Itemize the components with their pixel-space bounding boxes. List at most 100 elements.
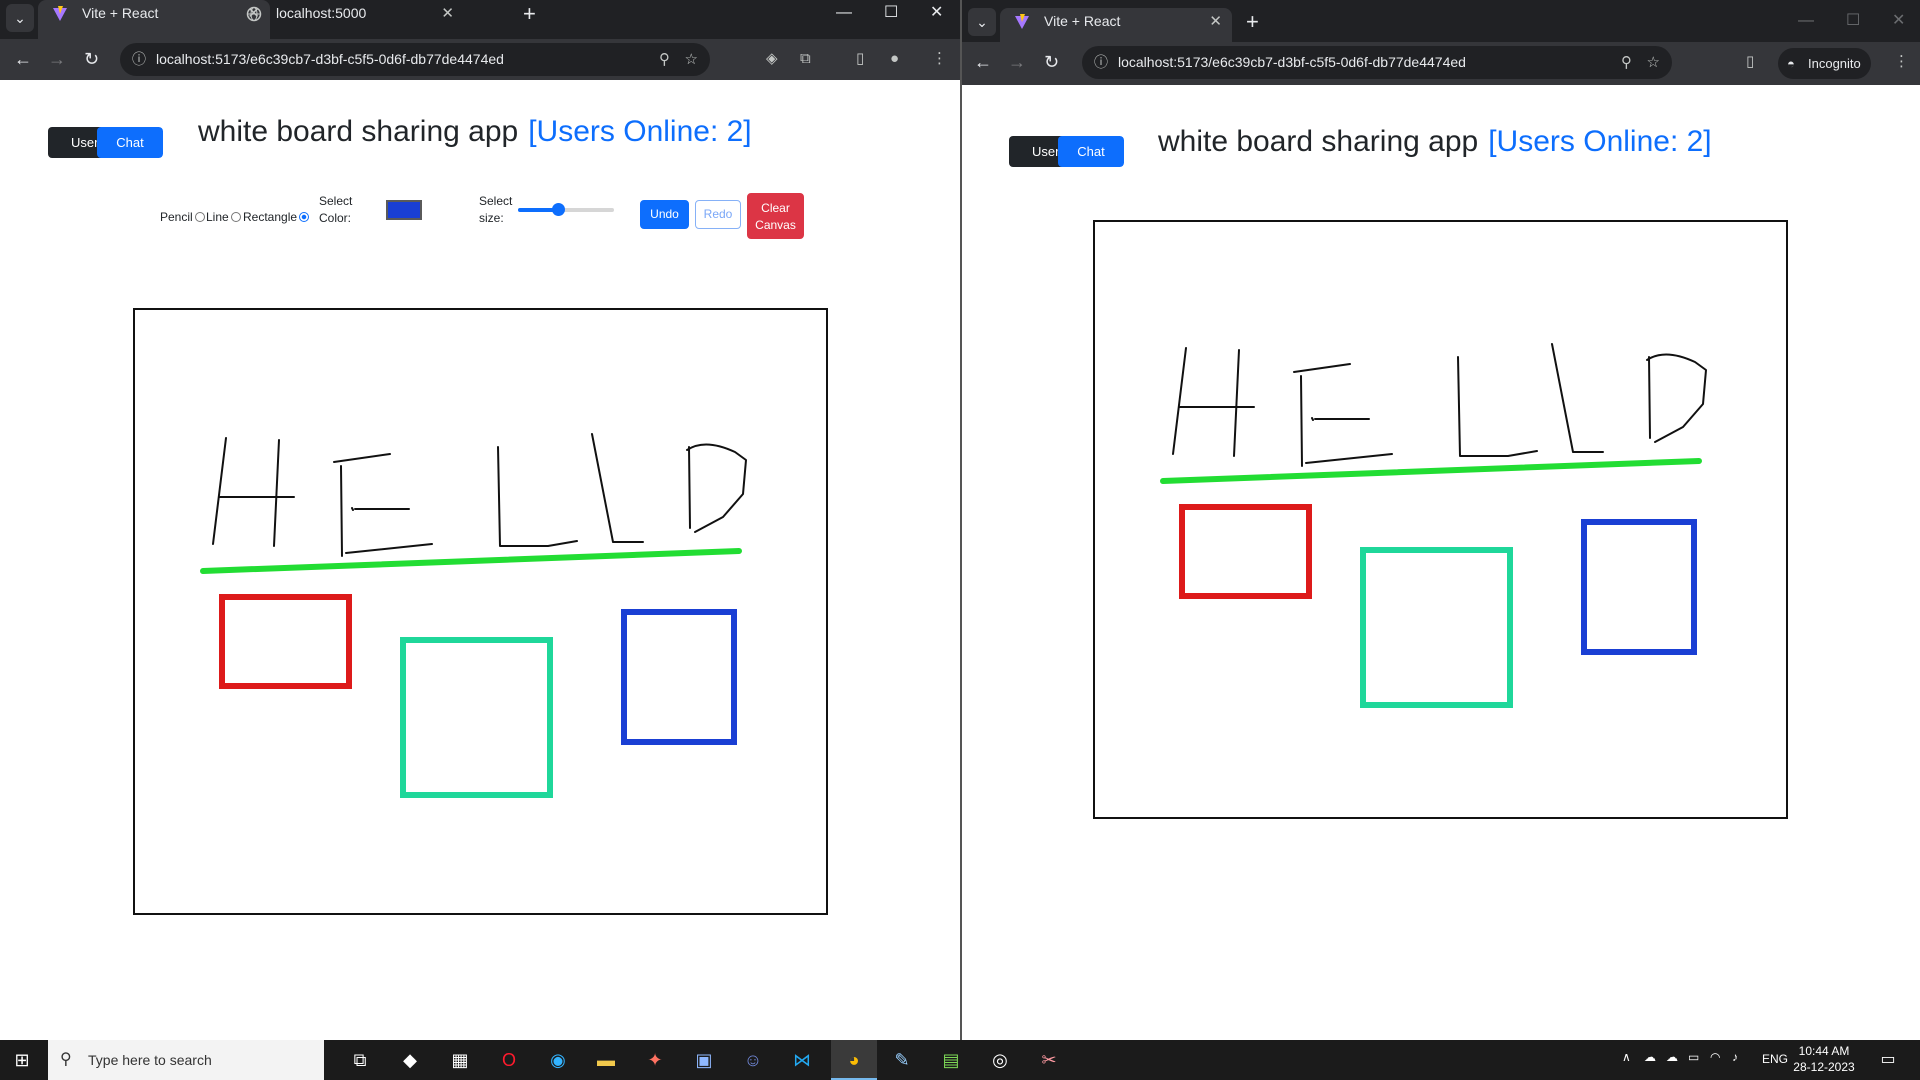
zoom-icon[interactable]: ⚲ (659, 43, 670, 76)
profile-avatar-icon[interactable]: ● (890, 49, 899, 69)
bookmark-star-icon[interactable]: ☆ (685, 43, 698, 76)
close-window-icon[interactable]: ✕ (930, 0, 943, 28)
green-rectangle (400, 637, 553, 798)
menu-icon[interactable]: ⋮ (932, 49, 947, 69)
minimize-icon[interactable]: — (836, 0, 852, 28)
maximize-icon[interactable]: ☐ (884, 0, 898, 28)
notepad-icon[interactable]: ✎ (882, 1040, 922, 1080)
edge-icon[interactable]: ◉ (538, 1040, 578, 1080)
app-title: white board sharing app (198, 115, 519, 148)
extensions-puzzle-icon[interactable]: ⧉ (800, 49, 811, 69)
copilot-icon[interactable]: ◆ (390, 1040, 430, 1080)
rectangle-option[interactable]: Rectangle (243, 210, 310, 224)
notifications-icon[interactable]: ▭ (1868, 1040, 1908, 1080)
spreadsheet-icon[interactable]: ▤ (931, 1040, 971, 1080)
tab-search-icon[interactable]: ⌄ (968, 8, 996, 36)
user-button[interactable]: User (1009, 136, 1065, 167)
task-view-icon[interactable]: ⧉ (340, 1040, 380, 1080)
page-title: white board sharing app [Users Online: 2] (198, 115, 752, 149)
undo-button[interactable]: Undo (640, 200, 689, 229)
drawing-layer (200, 433, 747, 798)
letter-h-right-stroke (273, 439, 280, 547)
clear-canvas-button[interactable]: Clear Canvas (747, 193, 804, 239)
forward-icon[interactable]: → (48, 47, 66, 71)
close-window-icon[interactable]: ✕ (1892, 8, 1905, 36)
line-option[interactable]: Line (206, 210, 241, 224)
incognito-indicator[interactable]: ◓ Incognito (1778, 48, 1871, 79)
discord-icon[interactable]: ☺ (733, 1040, 773, 1080)
chrome-icon[interactable]: ◕ (831, 1040, 877, 1080)
menu-icon[interactable]: ⋮ (1894, 52, 1909, 72)
whiteboard-canvas[interactable] (133, 308, 828, 915)
user-button[interactable]: User (48, 127, 104, 158)
address-bar[interactable]: ⓘ localhost:5173/e6c39cb7-d3bf-c5f5-0d6f… (120, 43, 710, 76)
chat-button[interactable]: Chat (1058, 136, 1124, 167)
onedrive-icon[interactable]: ☁ (1644, 1050, 1656, 1064)
tab-search-icon[interactable]: ⌄ (6, 4, 34, 32)
forward-icon[interactable]: → (1008, 50, 1026, 74)
clock[interactable]: 10:44 AM 28-12-2023 (1784, 1043, 1864, 1075)
hello-strokes (212, 433, 747, 557)
hello-strokes (1172, 343, 1707, 467)
chat-button[interactable]: Chat (97, 127, 163, 158)
side-panel-icon[interactable]: ▯ (856, 49, 864, 69)
url-text: localhost:5173/e6c39cb7-d3bf-c5f5-0d6f-d… (156, 51, 504, 67)
github-icon[interactable]: ◎ (980, 1040, 1020, 1080)
size-slider[interactable] (518, 203, 614, 217)
rectangle-radio[interactable] (299, 212, 310, 222)
letter-d-stroke (686, 443, 747, 533)
figma-icon[interactable]: ✦ (635, 1040, 675, 1080)
minimize-icon[interactable]: — (1798, 8, 1814, 36)
clock-time: 10:44 AM (1798, 1044, 1850, 1058)
windows-start-icon[interactable]: ⊞ (0, 1040, 44, 1080)
bookmark-star-icon[interactable]: ☆ (1647, 46, 1660, 79)
volume-icon[interactable]: ♪ (1732, 1050, 1738, 1064)
color-picker[interactable] (386, 200, 422, 220)
back-icon[interactable]: ← (974, 50, 992, 74)
clear-canvas-label-line2: Canvas (755, 218, 796, 232)
user-chat-toggle: User Chat (1009, 136, 1124, 167)
remote-desktop-icon[interactable]: ▣ (684, 1040, 724, 1080)
side-panel-icon[interactable]: ▯ (1746, 52, 1754, 72)
browser-toolbar: ← → ↻ ⓘ localhost:5173/e6c39cb7-d3bf-c5f… (0, 39, 960, 80)
address-bar[interactable]: ⓘ localhost:5173/e6c39cb7-d3bf-c5f5-0d6f… (1082, 46, 1672, 79)
new-tab-icon[interactable]: + (1246, 8, 1259, 35)
line-radio[interactable] (230, 212, 241, 222)
tab-localhost-5000[interactable]: localhost:5000 ✕ (232, 0, 464, 39)
whiteboard-canvas[interactable] (1093, 220, 1788, 819)
letter-h-left-stroke (212, 437, 227, 545)
vscode-icon[interactable]: ⋈ (782, 1040, 822, 1080)
green-rectangle (1360, 547, 1513, 708)
extension-icon[interactable]: ◈ (766, 49, 778, 69)
select-color-label: Select Color: (319, 193, 352, 227)
drawing-layer (1160, 343, 1707, 708)
pencil-radio[interactable] (194, 212, 205, 222)
slider-thumb[interactable] (552, 203, 566, 216)
show-hidden-icons-icon[interactable]: ∧ (1622, 1050, 1631, 1064)
zoom-icon[interactable]: ⚲ (1621, 46, 1632, 79)
file-explorer-icon[interactable]: ▬ (586, 1040, 626, 1080)
wifi-icon[interactable]: ◠ (1710, 1050, 1720, 1064)
taskbar-search-box[interactable]: ⚲ Type here to search (48, 1040, 324, 1080)
back-icon[interactable]: ← (14, 47, 32, 71)
blue-rectangle (1581, 519, 1697, 655)
left-browser-window: ⌄ Vite + React ✕ localhost:5000 ✕ + — ☐ … (0, 0, 960, 1040)
sync-icon[interactable]: ☁ (1666, 1050, 1678, 1064)
pencil-option[interactable]: Pencil (160, 210, 205, 224)
close-tab-icon[interactable]: ✕ (1209, 8, 1222, 35)
battery-icon[interactable]: ▭ (1688, 1050, 1699, 1064)
new-tab-icon[interactable]: + (523, 0, 536, 27)
reload-icon[interactable]: ↻ (1044, 50, 1059, 74)
maximize-icon[interactable]: ☐ (1846, 8, 1860, 36)
site-info-icon[interactable]: ⓘ (132, 43, 146, 76)
site-info-icon[interactable]: ⓘ (1094, 46, 1108, 79)
opera-icon[interactable]: O (489, 1040, 529, 1080)
snipping-tool-icon[interactable]: ✂ (1029, 1040, 1069, 1080)
close-tab-icon[interactable]: ✕ (441, 0, 454, 27)
redo-button[interactable]: Redo (695, 200, 741, 229)
calculator-icon[interactable]: ▦ (440, 1040, 480, 1080)
reload-icon[interactable]: ↻ (84, 47, 99, 71)
page-content: User Chat white board sharing app [Users … (0, 80, 960, 1040)
letter-l-second-stroke (1551, 343, 1604, 453)
tab-vite-react[interactable]: Vite + React ✕ (1000, 8, 1232, 42)
